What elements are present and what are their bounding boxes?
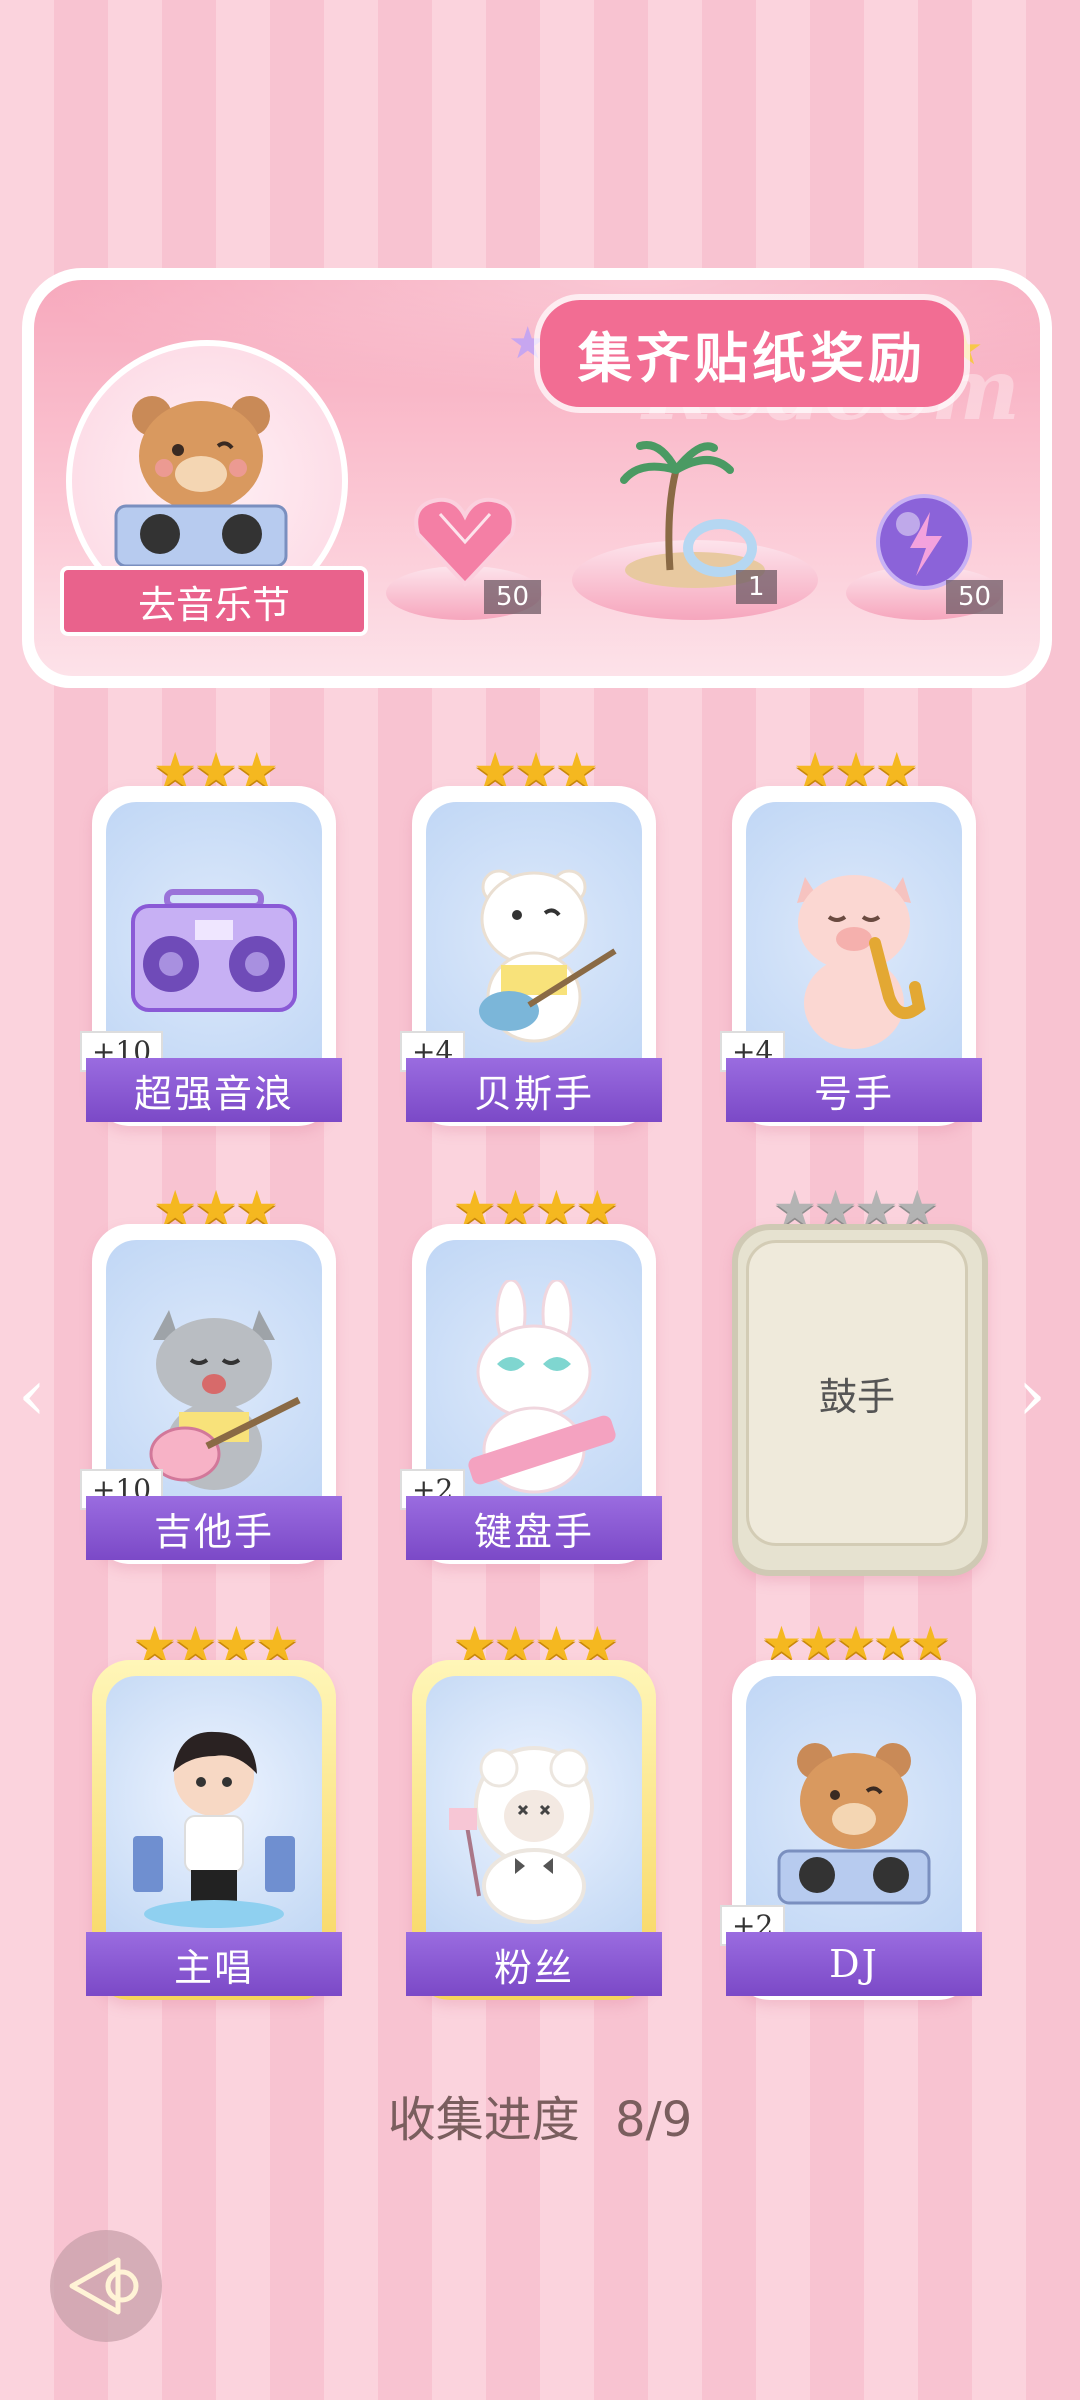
locked-sticker-card[interactable]: ★★★★ 鼓手: [726, 1180, 988, 1576]
locked-card-name: 鼓手: [818, 1374, 895, 1419]
card-name: 超强音浪: [86, 1058, 342, 1122]
collection-progress: 收集进度 8/9: [0, 2080, 1080, 2150]
next-page-arrow-icon[interactable]: ›: [1012, 1355, 1052, 1435]
back-arrow-icon: [69, 2257, 139, 2315]
locked-card-art: 鼓手: [746, 1240, 968, 1546]
go-music-festival-button[interactable]: 去音乐节: [60, 566, 368, 636]
sticker-card[interactable]: ★★★★★ +2 DJ: [720, 1616, 982, 2008]
card-name: 贝斯手: [406, 1058, 662, 1122]
card-name: DJ: [726, 1932, 982, 1996]
banner-title: 集齐贴纸奖励: [540, 300, 964, 407]
pig-saxophone-icon: [797, 875, 926, 1049]
bunny-keytar-icon: [468, 1280, 616, 1494]
bear-dj-icon: [777, 1743, 931, 1905]
reward-count: 50: [484, 580, 542, 614]
card-name: 键盘手: [406, 1496, 662, 1560]
boombox-icon: [131, 889, 297, 1012]
palm-island-icon: [620, 441, 765, 588]
sticker-card[interactable]: ★★★★ +2 键盘手: [400, 1180, 662, 1572]
previous-page-arrow-icon[interactable]: ‹: [12, 1355, 52, 1435]
reward-count: 50: [946, 580, 1004, 614]
progress-label: 收集进度: [387, 2092, 580, 2148]
reward-count: 1: [736, 570, 777, 604]
card-name: 号手: [726, 1058, 982, 1122]
progress-value: 8/9: [615, 2092, 693, 2148]
card-art: [106, 1676, 322, 1976]
sticker-card[interactable]: ★★★ +10 超强音浪: [80, 742, 342, 1134]
card-name: 主唱: [86, 1932, 342, 1996]
card-name: 吉他手: [86, 1496, 342, 1560]
back-button[interactable]: [50, 2230, 162, 2342]
bear-bass-icon: [479, 869, 617, 1043]
sheep-fan-icon: [449, 1746, 594, 1924]
sticker-card[interactable]: ★★★★ 粉丝: [406, 1616, 662, 2008]
sticker-card[interactable]: ★★★★ 主唱: [86, 1616, 342, 2008]
card-art: [426, 1676, 642, 1976]
cat-guitar-icon: [149, 1310, 301, 1490]
sticker-card[interactable]: ★★★ +4 贝斯手: [400, 742, 662, 1134]
singer-boy-icon: [133, 1731, 295, 1928]
purple-energy-orb-icon: [876, 494, 972, 590]
sticker-card[interactable]: ★★★ +4 号手: [720, 742, 982, 1134]
sticker-card[interactable]: ★★★ +10 吉他手: [80, 1180, 342, 1572]
card-name: 粉丝: [406, 1932, 662, 1996]
pink-heart-gem-icon: [414, 497, 516, 587]
